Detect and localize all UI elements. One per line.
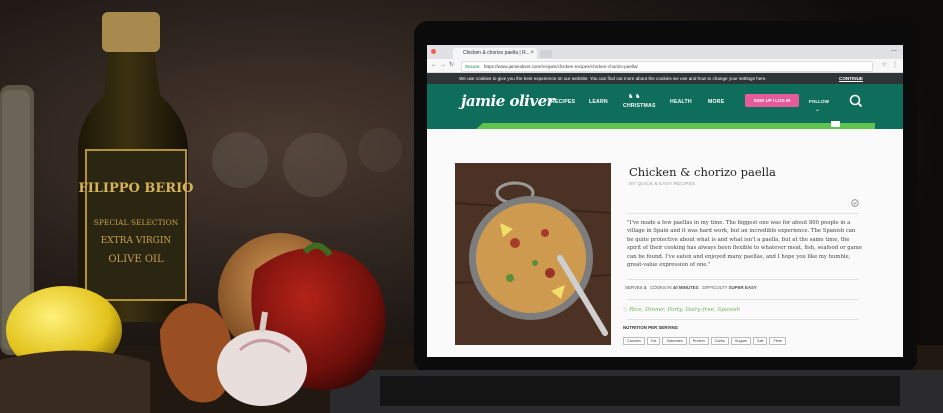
divider [627, 213, 859, 214]
cooks-label: COOKS IN [650, 285, 672, 290]
tab-title: Chicken & chorizo paella | R... [463, 50, 530, 56]
divider [627, 319, 859, 320]
tags-text[interactable]: Rice, Dinner, Party, Dairy-free, Spanish [629, 307, 740, 313]
nutrition-item[interactable]: Protein [688, 337, 709, 345]
serves-value: 4 [643, 285, 647, 290]
bottle-brand: FILIPPO BERIO [78, 181, 193, 196]
nutrition-item[interactable]: Carbs [710, 337, 729, 345]
window-close-icon[interactable] [431, 49, 436, 54]
recipe-content: Chicken & chorizo paella MY QUICK & EASY… [427, 129, 903, 357]
favorite-check-icon[interactable] [851, 199, 859, 207]
site-header: jamie oliver RECIPES LEARN CHRISTMAS ♞ ♞… [427, 84, 903, 120]
nutrition-item[interactable]: Calories [623, 337, 645, 345]
cookie-banner: We use cookies to give you the best expe… [427, 73, 903, 84]
recipe-tags: ◇ Rice, Dinner, Party, Dairy-free, Spani… [623, 307, 740, 313]
nutrition-item[interactable]: Sugars [730, 337, 751, 345]
forward-icon[interactable]: → [440, 59, 446, 72]
nutrition-row: Calories Fat Saturates Protein Carbs Sug… [623, 337, 787, 345]
address-bar-row: ← → ↻ Secure https://www.jamieoliver.com… [427, 59, 903, 73]
laptop-screen: Chicken & chorizo paella | R... × — ← → … [427, 45, 903, 357]
nutrition-item[interactable]: Saturates [662, 337, 687, 345]
bottle-line1: SPECIAL SELECTION [94, 218, 179, 227]
paella-photo [455, 163, 611, 345]
window-controls-icon[interactable]: — [891, 48, 897, 54]
cookie-text: We use cookies to give you the best expe… [459, 76, 767, 81]
nav-christmas[interactable]: CHRISTMAS [623, 103, 656, 109]
bottle-line2: EXTRA VIRGIN [101, 236, 172, 246]
divider [627, 299, 859, 300]
nutrition-item[interactable]: Salt [752, 337, 768, 345]
search-icon[interactable] [845, 90, 867, 112]
promo-badge [831, 121, 840, 127]
serves-label: SERVES [625, 285, 643, 290]
bookmark-star-icon[interactable]: ☆ [882, 59, 887, 72]
bottle-line3: OLIVE OIL [108, 254, 164, 265]
nav-health[interactable]: HEALTH [670, 99, 692, 105]
nutrition-item[interactable]: Fat [646, 337, 661, 345]
tab-close-icon[interactable]: × [530, 48, 534, 59]
cooks-value: 40 MINUTES [672, 285, 699, 290]
recipe-intro-quote: "I've made a few paellas in my time. The… [627, 220, 862, 269]
secure-label: Secure [465, 64, 480, 69]
recipe-meta: SERVES 4 COOKS IN 40 MINUTES DIFFICULTY … [625, 285, 757, 290]
url-field[interactable]: Secure https://www.jamieoliver.com/recip… [461, 61, 873, 72]
follow-button[interactable]: FOLLOW [809, 99, 829, 104]
reindeer-icon: ♞ ♞ [628, 94, 641, 100]
back-icon[interactable]: ← [431, 59, 437, 72]
nav-learn[interactable]: LEARN [589, 99, 608, 105]
reload-icon[interactable]: ↻ [449, 59, 454, 72]
recipe-title: Chicken & chorizo paella [629, 165, 776, 179]
signup-button[interactable]: SIGN UP / LOG IN [745, 94, 799, 107]
recipe-subtitle[interactable]: MY QUICK & EASY RECIPES [629, 181, 695, 186]
nutrition-heading: NUTRITION PER SERVING [623, 325, 679, 330]
tag-icon: ◇ [623, 307, 628, 313]
divider [627, 279, 859, 280]
difficulty-label: DIFFICULTY [702, 285, 728, 290]
url-text: https://www.jamieoliver.com/recipes/chic… [483, 64, 638, 69]
browser-tab[interactable]: Chicken & chorizo paella | R... × [453, 48, 537, 59]
new-tab-button[interactable] [540, 50, 552, 58]
site-logo[interactable]: jamie oliver [461, 92, 555, 110]
menu-dots-icon[interactable]: ⋮ [892, 59, 898, 72]
browser-tabstrip: Chicken & chorizo paella | R... × — [427, 45, 903, 59]
difficulty-value: SUPER EASY [728, 285, 757, 290]
nutrition-item[interactable]: Fibre [769, 337, 787, 345]
chevron-down-icon: ⌄ [815, 107, 821, 113]
nav-more[interactable]: MORE [708, 99, 724, 105]
nav-recipes[interactable]: RECIPES [551, 99, 575, 105]
cookie-continue-link[interactable]: CONTINUE [839, 73, 863, 84]
